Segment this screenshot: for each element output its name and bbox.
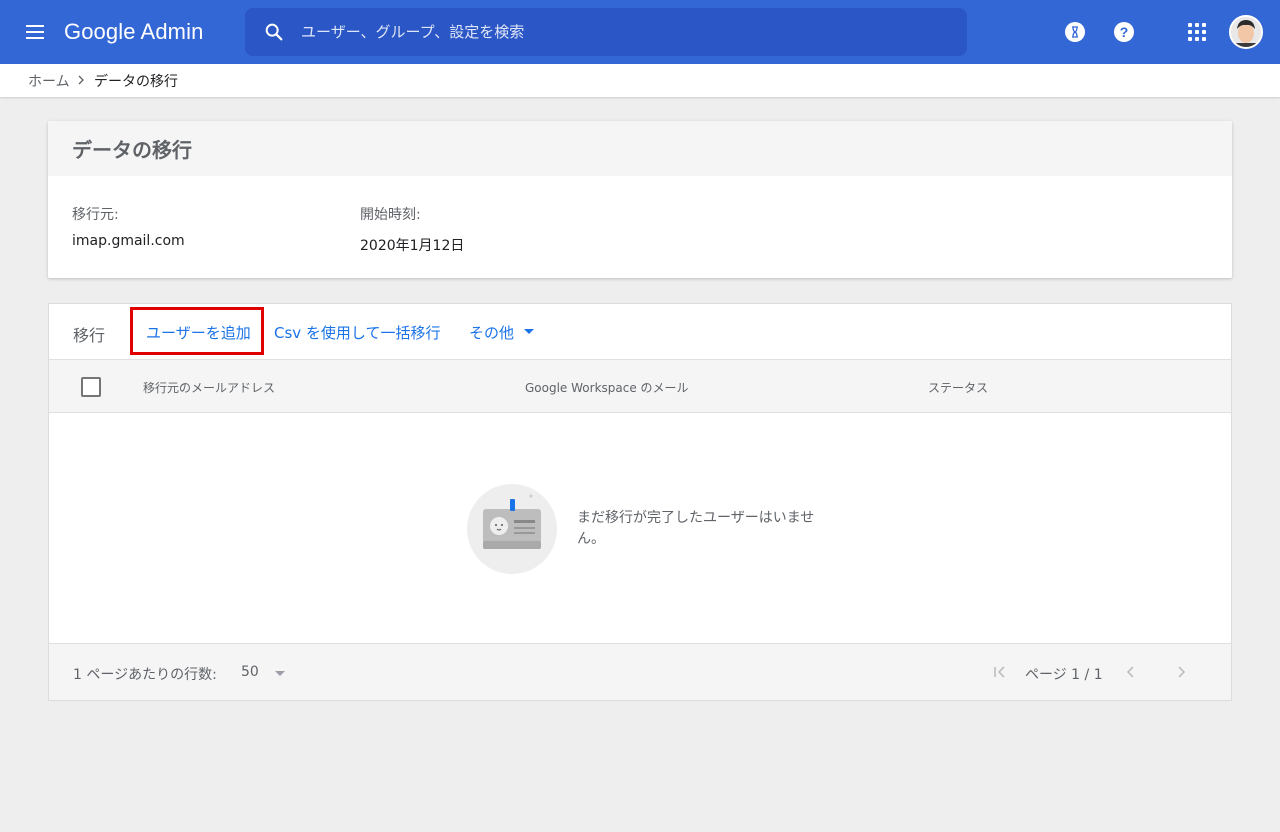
migration-users-card: 移行 ユーザーを追加 Csv を使用して一括移行 その他 移行元のメールアドレス… — [48, 303, 1232, 701]
next-page-icon[interactable] — [1176, 664, 1188, 680]
rows-per-page-select[interactable]: 50 — [241, 664, 301, 684]
pagination-footer: 1 ページあたりの行数: 50 ページ 1 / 1 — [49, 643, 1231, 700]
apps-grid-icon[interactable] — [1188, 23, 1208, 43]
bulk-migrate-csv-button[interactable]: Csv を使用して一括移行 — [274, 322, 441, 343]
page-title: データの移行 — [72, 138, 192, 162]
source-value: imap.gmail.com — [72, 233, 185, 249]
add-user-button[interactable]: ユーザーを追加 — [146, 322, 251, 343]
search-icon[interactable] — [263, 21, 285, 43]
search-bar[interactable] — [245, 8, 967, 56]
breadcrumb: ホーム データの移行 — [0, 64, 1280, 97]
table-header: 移行元のメールアドレス Google Workspace のメール ステータス — [49, 359, 1231, 413]
empty-state-message: まだ移行が完了したユーザーはいません。 — [577, 510, 815, 547]
column-header-workspace-email[interactable]: Google Workspace のメール — [525, 379, 689, 396]
migration-toolbar-label: 移行 — [73, 326, 106, 345]
google-admin-logo[interactable]: Google Admin — [64, 17, 203, 47]
page-indicator: ページ 1 / 1 — [1025, 667, 1103, 683]
card-header: データの移行 — [48, 121, 1232, 176]
breadcrumb-current: データの移行 — [94, 74, 178, 90]
empty-state-id-card-icon — [467, 484, 557, 574]
rows-per-page-label: 1 ページあたりの行数: — [73, 667, 217, 683]
start-time-label: 開始時刻: — [360, 207, 421, 223]
help-icon[interactable]: ? — [1114, 22, 1134, 42]
dropdown-arrow-icon[interactable] — [275, 671, 285, 676]
dropdown-arrow-icon[interactable] — [524, 329, 534, 334]
select-all-checkbox[interactable] — [81, 377, 101, 397]
source-label: 移行元: — [72, 207, 119, 223]
breadcrumb-home-link[interactable]: ホーム — [28, 71, 70, 91]
column-header-source-email[interactable]: 移行元のメールアドレス — [143, 379, 275, 396]
previous-page-icon[interactable] — [1124, 664, 1136, 680]
start-time-value: 2020年1月12日 — [360, 238, 465, 254]
top-app-bar: Google Admin ? — [0, 0, 1280, 64]
rows-per-page-value[interactable]: 50 — [241, 664, 259, 680]
first-page-icon[interactable] — [992, 664, 1008, 680]
migration-info-card: データの移行 移行元: imap.gmail.com 開始時刻: 2020年1月… — [48, 121, 1232, 278]
column-header-status[interactable]: ステータス — [928, 379, 988, 396]
account-avatar[interactable] — [1229, 15, 1263, 49]
hourglass-icon[interactable] — [1065, 22, 1085, 42]
main-menu-icon[interactable] — [20, 20, 52, 44]
more-menu-button[interactable]: その他 — [469, 322, 514, 343]
search-input[interactable] — [301, 16, 941, 48]
chevron-right-icon — [78, 75, 84, 85]
